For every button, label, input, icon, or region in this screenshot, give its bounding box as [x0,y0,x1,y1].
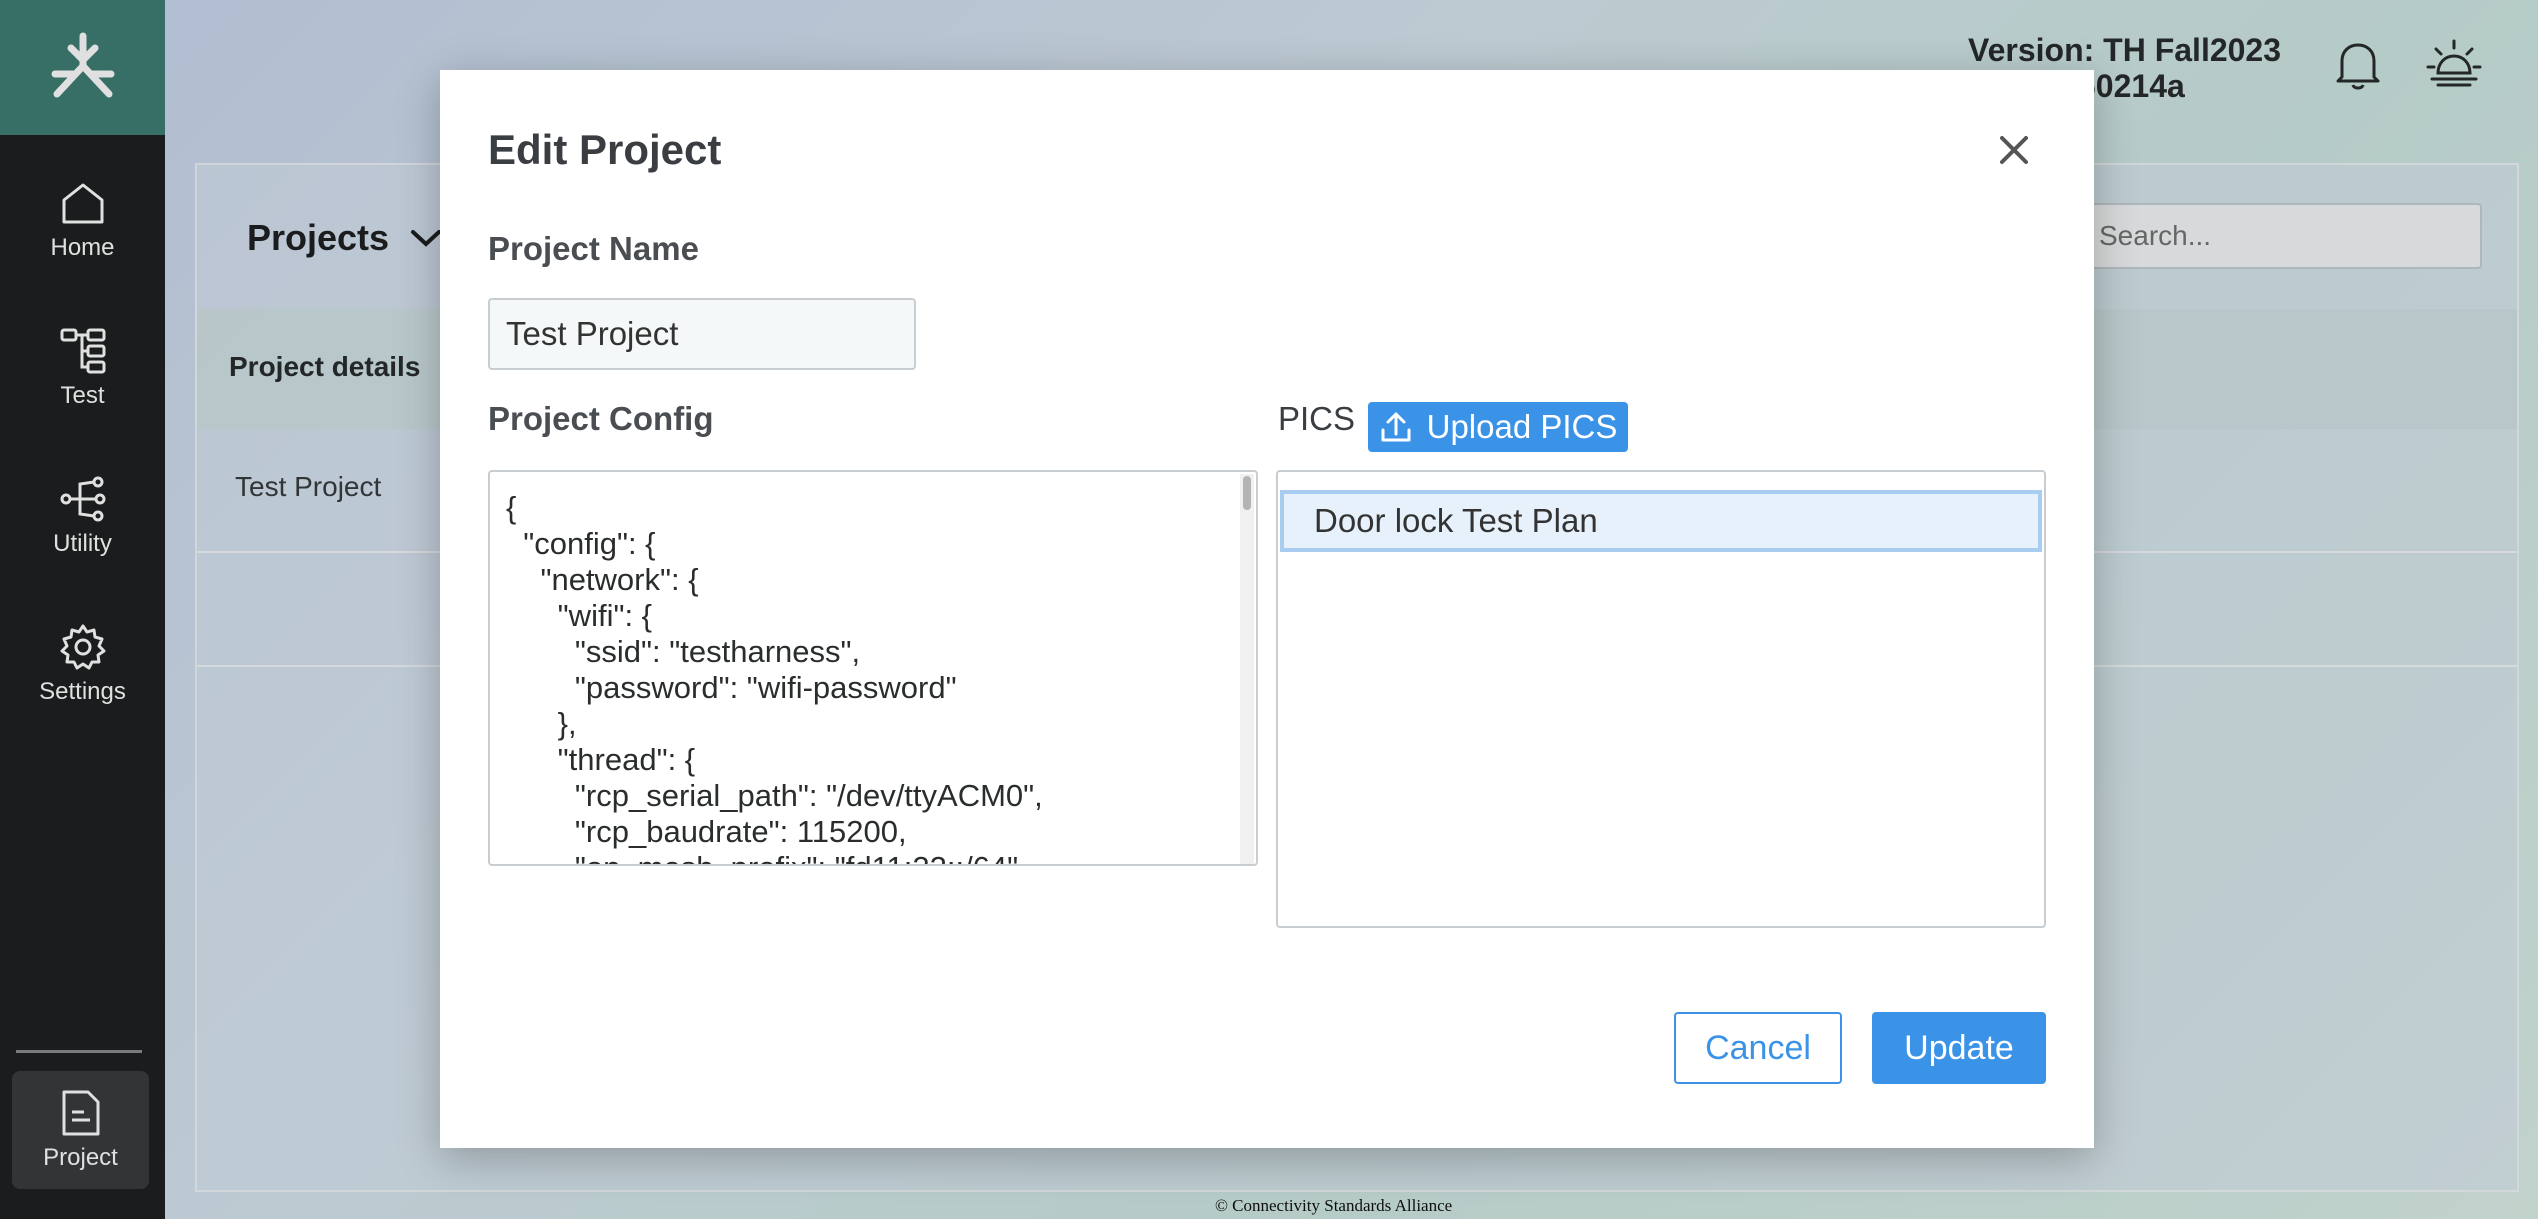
edit-project-dialog: Edit Project Project Name Project Config… [440,70,2094,1148]
pics-label: PICS [1278,400,1356,437]
config-scroll-thumb[interactable] [1243,476,1251,510]
upload-icon [1381,412,1411,442]
project-name-label: Project Name [488,230,699,267]
project-name-input[interactable] [488,298,916,370]
dialog-title: Edit Project [488,126,722,173]
upload-pics-label: Upload PICS [1426,408,1618,445]
close-icon[interactable] [1990,126,2038,174]
project-config-editor[interactable]: { "config": { "network": { "wifi": { "ss… [488,470,1258,866]
list-item[interactable]: Door lock Test Plan [1280,490,2042,552]
pics-list: Door lock Test Plan [1276,470,2046,928]
config-scrollbar[interactable] [1240,474,1254,864]
pics-item-label: Door lock Test Plan [1314,502,1598,539]
project-config-label: Project Config [488,400,714,437]
upload-pics-button[interactable]: Upload PICS [1368,402,1628,452]
config-json-text[interactable]: { "config": { "network": { "wifi": { "ss… [506,490,1043,864]
update-button[interactable]: Update [1872,1012,2046,1084]
cancel-button[interactable]: Cancel [1674,1012,1842,1084]
